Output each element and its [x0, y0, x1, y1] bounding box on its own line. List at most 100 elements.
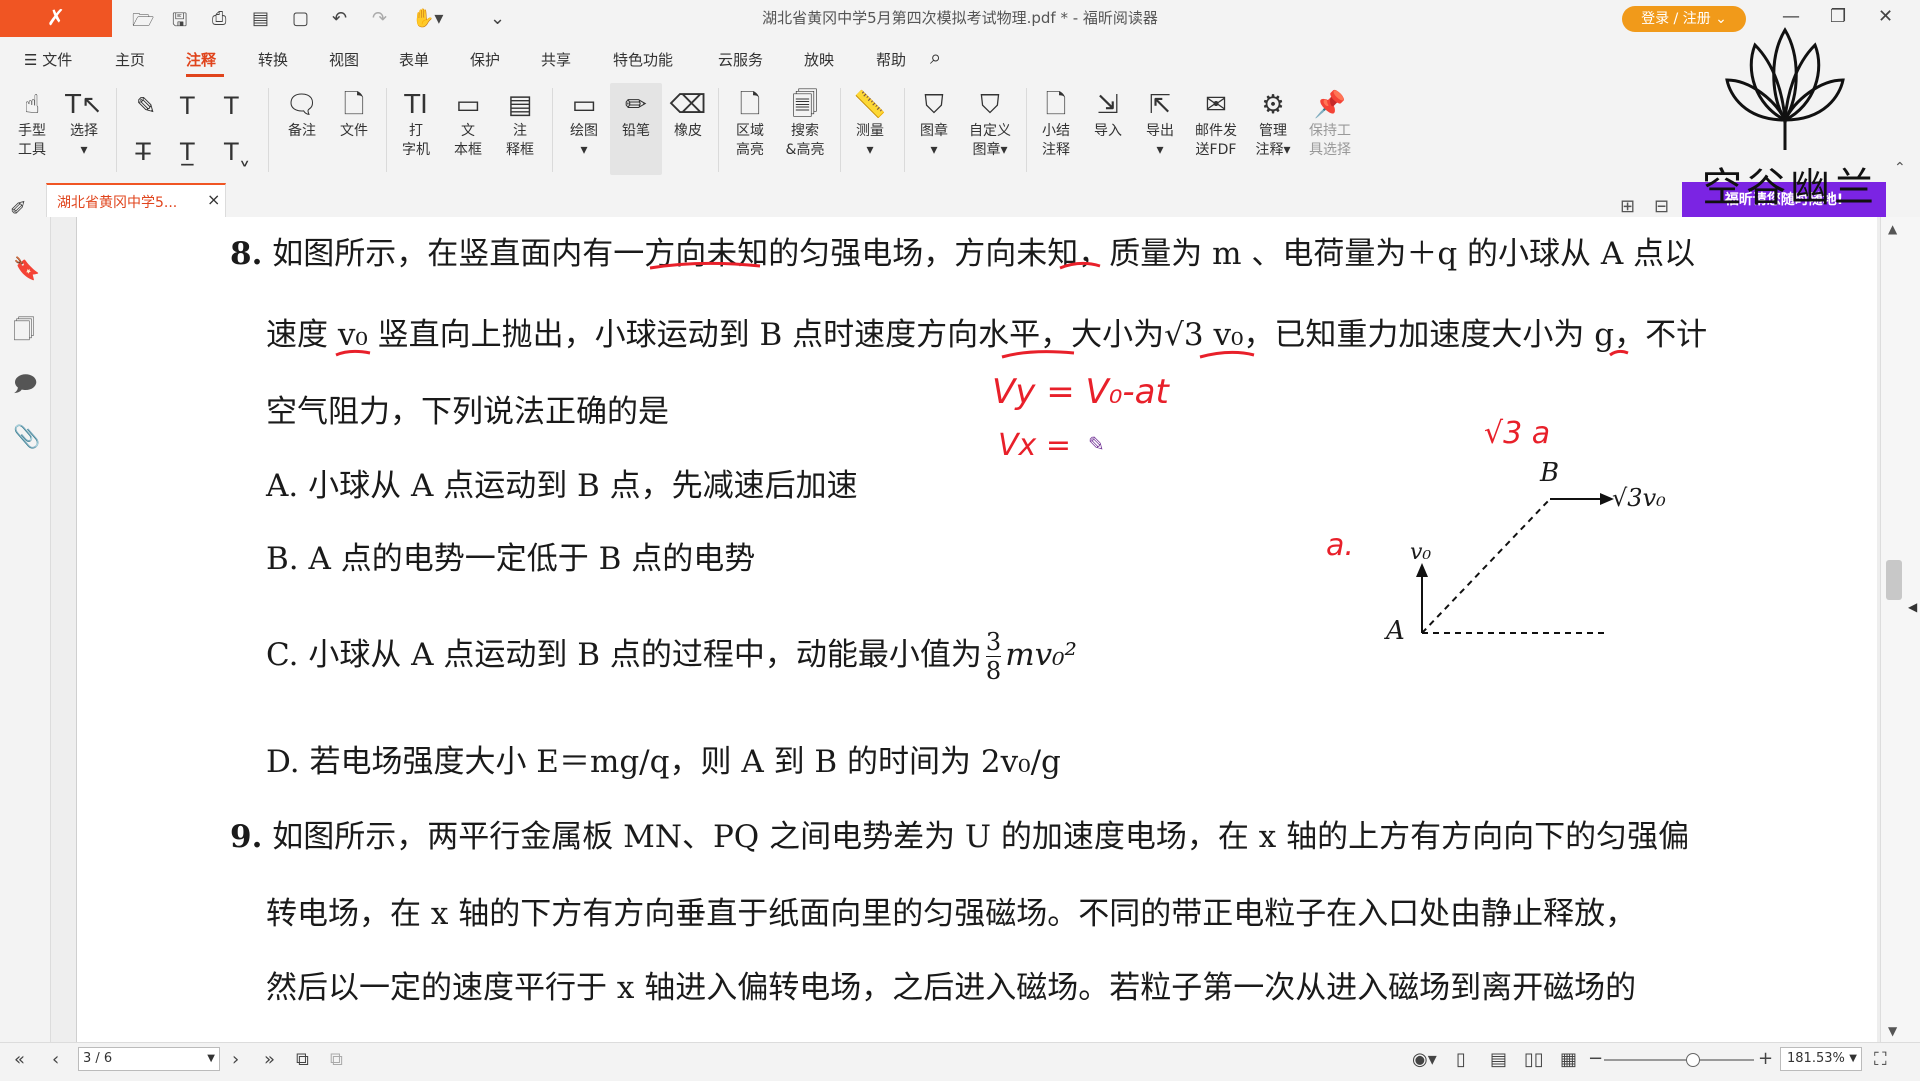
next-view-icon[interactable]: ⧉ — [330, 1049, 343, 1070]
pages-icon[interactable]: 🗍 — [13, 313, 35, 351]
redo-icon[interactable]: ↷ — [372, 8, 387, 29]
scroll-thumb[interactable] — [1886, 560, 1902, 600]
last-page-icon[interactable]: » — [264, 1049, 275, 1070]
fullscreen-icon[interactable]: ⛶ — [1874, 1049, 1887, 1070]
underline-text-icon[interactable]: T — [180, 92, 195, 120]
typewriter-label-1: 打 — [409, 123, 423, 139]
highlight-icon[interactable]: ✎ — [136, 92, 156, 120]
customize-quick-access-icon[interactable]: ⌄ — [490, 8, 505, 29]
close-tab-icon[interactable]: × — [207, 190, 220, 209]
ribbon-separator — [904, 88, 905, 172]
single-page-icon[interactable]: ▯ — [1456, 1049, 1466, 1070]
file-label: 文件 — [340, 123, 368, 139]
watermark-text: 空谷幽兰 — [1702, 165, 1878, 211]
hand-tool-quick-icon[interactable]: ✋▾ — [412, 8, 443, 29]
continuous-page-icon[interactable]: ▤ — [1490, 1049, 1507, 1070]
page-number-field[interactable]: 3 / 6 ▼ — [78, 1047, 220, 1071]
page-number-value: 3 / 6 — [83, 1051, 113, 1066]
replace-text-icon[interactable]: T̲ — [180, 138, 195, 166]
close-window-icon[interactable]: ✕ — [1878, 6, 1893, 27]
print-icon[interactable]: ⎙ — [212, 8, 226, 29]
squiggly-text-icon[interactable]: T — [224, 92, 239, 120]
zoom-in-icon[interactable]: + — [1758, 1048, 1773, 1069]
summarize-label-2: 注释 — [1042, 142, 1070, 158]
attachment-icon[interactable]: 📎 — [13, 425, 40, 450]
new-doc-icon[interactable]: ▢ — [292, 8, 309, 29]
menu-convert[interactable]: 转换 — [258, 49, 288, 70]
right-panel-toggle-icon[interactable]: ◀ — [1908, 600, 1917, 614]
keep-tool-label-1: 保持工 — [1309, 123, 1351, 139]
zoom-slider[interactable] — [1604, 1059, 1754, 1061]
display-mode-icon[interactable]: ◉▾ — [1412, 1049, 1437, 1070]
prev-view-icon[interactable]: ⧉ — [296, 1049, 309, 1070]
create-pdf-icon[interactable]: ▤ — [252, 8, 269, 29]
scroll-up-icon[interactable]: ▲ — [1888, 222, 1897, 236]
import-button[interactable]: ⇲ 导入 — [1086, 88, 1130, 141]
facing-pages-icon[interactable]: ▯▯ — [1524, 1049, 1544, 1070]
insert-text-icon[interactable]: Tˬ — [224, 138, 251, 166]
bookmark-icon[interactable]: 🔖 — [13, 257, 40, 282]
area-highlight-button[interactable]: 🗋 区域 高亮 — [728, 88, 772, 160]
search-highlight-button[interactable]: 🗐 搜索 &高亮 — [780, 88, 830, 160]
file-attach-button[interactable]: 🗋 文件 — [332, 88, 376, 141]
continuous-facing-icon[interactable]: ▦ — [1560, 1049, 1577, 1070]
next-page-icon[interactable]: › — [232, 1049, 239, 1070]
pin-icon: 📌 — [1313, 90, 1347, 120]
stamp-button[interactable]: ⛉ 图章 ▾ — [912, 88, 956, 160]
save-icon[interactable]: 🖫 — [172, 8, 187, 38]
keep-tool-selected-button[interactable]: 📌 保持工 具选择 — [1302, 88, 1358, 160]
stamp-icon: ⛉ — [924, 90, 944, 120]
manage-comments-icon: ⚙ — [1261, 90, 1285, 120]
strikeout-icon[interactable]: T̶ — [136, 138, 151, 166]
typewriter-button[interactable]: TI 打 字机 — [396, 88, 436, 160]
comments-icon[interactable]: 🗩 — [13, 367, 37, 405]
undo-icon[interactable]: ↶ — [332, 8, 347, 29]
custom-stamp-button[interactable]: ⛉ 自定义 图章▾ — [962, 88, 1018, 160]
menu-comment[interactable]: 注释 — [186, 49, 216, 70]
menu-view[interactable]: 视图 — [329, 49, 359, 70]
pencil-label: 铅笔 — [622, 123, 650, 139]
vertical-scrollbar[interactable] — [1880, 217, 1920, 1042]
zoom-out-icon[interactable]: − — [1588, 1048, 1603, 1069]
typewriter-icon: TI — [404, 90, 428, 120]
app-logo[interactable]: ✗ — [0, 0, 112, 37]
menu-cloud[interactable]: 云服务 — [718, 49, 763, 70]
menu-share[interactable]: 共享 — [541, 49, 571, 70]
manage-comments-button[interactable]: ⚙ 管理 注释▾ — [1248, 88, 1298, 160]
menu-special[interactable]: 特色功能 — [613, 49, 673, 70]
prev-page-icon[interactable]: ‹ — [52, 1049, 59, 1070]
ribbon-separator — [268, 88, 269, 172]
menu-home[interactable]: 主页 — [115, 49, 145, 70]
document-tab[interactable]: 湖北省黄冈中学5... × — [46, 183, 226, 217]
zoom-level-field[interactable]: 181.53% ▼ — [1780, 1047, 1862, 1071]
hand-tool-button[interactable]: ☝ 手型 工具 — [10, 88, 54, 160]
note-tool-button[interactable]: 🗨 备注 — [280, 88, 324, 141]
first-page-icon[interactable]: « — [14, 1049, 25, 1070]
drawing-button[interactable]: ▭ 绘图 ▾ — [562, 88, 606, 160]
collapse-ribbon-icon[interactable]: ⌃ — [1894, 160, 1906, 176]
lotus-watermark-icon — [1725, 27, 1845, 150]
zoom-slider-knob[interactable] — [1686, 1053, 1700, 1067]
textbox-button[interactable]: ▭ 文 本框 — [448, 88, 488, 160]
reading-mode-icon[interactable]: ⊟ — [1654, 196, 1669, 217]
email-fdf-button[interactable]: ✉ 邮件发 送FDF — [1190, 88, 1242, 160]
minimize-icon[interactable]: — — [1782, 6, 1800, 27]
scroll-down-icon[interactable]: ▼ — [1888, 1024, 1897, 1038]
callout-button[interactable]: ▤ 注 释框 — [500, 88, 540, 160]
summarize-label-1: 小结 — [1042, 123, 1070, 139]
summarize-button[interactable]: 🗋 小结 注释 — [1034, 88, 1078, 160]
open-icon[interactable]: 🗁 — [132, 8, 154, 38]
select-tool-button[interactable]: T↖ 选择 ▾ — [62, 88, 106, 160]
restore-icon[interactable]: ❐ — [1830, 6, 1846, 27]
menu-form[interactable]: 表单 — [399, 49, 429, 70]
pencil-button[interactable]: ✏ 铅笔 — [614, 88, 658, 141]
menu-slideshow[interactable]: 放映 — [804, 49, 834, 70]
grid-view-icon[interactable]: ⊞ — [1620, 196, 1635, 217]
measure-button[interactable]: 📏 测量 ▾ — [848, 88, 892, 160]
search-icon[interactable]: ⌕ — [930, 45, 941, 69]
menu-protect[interactable]: 保护 — [470, 49, 500, 70]
export-button[interactable]: ⇱ 导出 ▾ — [1138, 88, 1182, 160]
eraser-button[interactable]: ⌫ 橡皮 — [666, 88, 710, 141]
menu-file[interactable]: ☰ 文件 — [24, 49, 72, 70]
menu-help[interactable]: 帮助 — [876, 49, 906, 70]
